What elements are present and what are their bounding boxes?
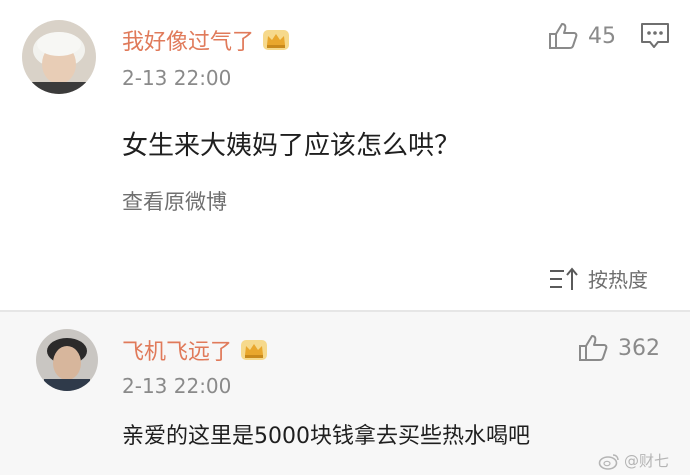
crown-badge-icon — [262, 29, 290, 51]
crown-badge-icon — [240, 339, 268, 361]
post-timestamp: 2-13 22:00 — [122, 66, 232, 90]
post-like-button[interactable]: 45 — [548, 22, 616, 50]
reply-timestamp: 2-13 22:00 — [122, 374, 232, 398]
reply-content: 亲爱的这里是5000块钱拿去买些热水喝吧 — [122, 424, 530, 449]
reply-like-button[interactable]: 362 — [578, 334, 660, 362]
post-username-text: 我好像过气了 — [122, 30, 255, 55]
thumbs-up-icon — [579, 335, 608, 361]
reply-avatar[interactable] — [36, 329, 98, 391]
weibo-logo-icon — [598, 453, 619, 470]
sort-by-heat-button[interactable]: 按热度 — [548, 264, 648, 293]
reply-username-text: 飞机飞远了 — [122, 340, 233, 365]
sort-icon — [550, 266, 578, 290]
post-username[interactable]: 我好像过气了 — [122, 24, 290, 56]
post-avatar[interactable] — [22, 20, 96, 94]
post-like-count: 45 — [588, 23, 616, 49]
watermark-text: @财七 — [624, 452, 670, 470]
view-original-link[interactable]: 查看原微博 — [122, 186, 227, 216]
original-post: 我好像过气了 2-13 22:00 45 女生来大姨妈了应该怎么哄？ 查看原微博 — [0, 0, 690, 310]
post-content: 女生来大姨妈了应该怎么哄？ — [122, 131, 461, 161]
comment-icon[interactable] — [640, 22, 670, 54]
reply-username[interactable]: 飞机飞远了 — [122, 334, 268, 366]
sort-label: 按热度 — [588, 268, 648, 292]
reply-like-count: 362 — [618, 335, 660, 361]
reply-comment: 飞机飞远了 2-13 22:00 362 亲爱的这里是5000块钱拿去买些热水喝… — [0, 312, 690, 475]
thumbs-up-icon — [549, 23, 578, 49]
watermark: @财七 — [598, 450, 669, 471]
